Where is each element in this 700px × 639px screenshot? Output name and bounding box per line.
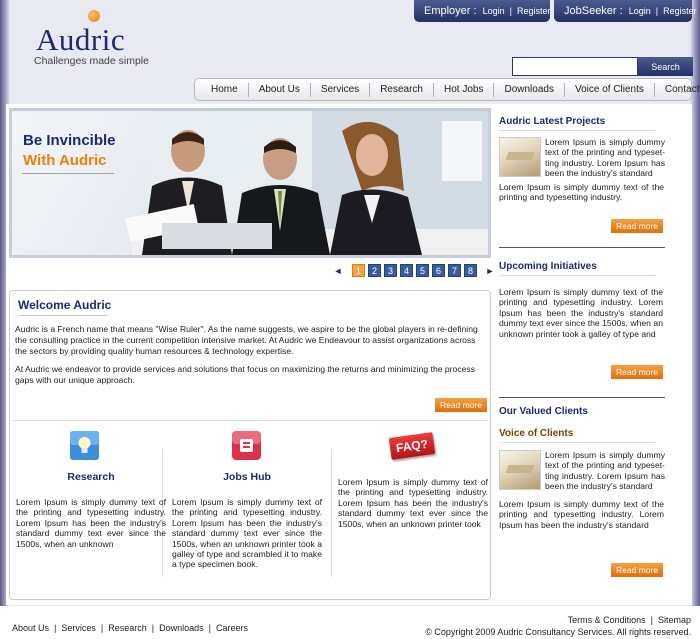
feature-faq-text: Lorem Ipsum is simply dummy text of the … — [338, 477, 488, 529]
logo-wordmark: Audric — [36, 22, 126, 57]
logo-dot-icon — [88, 10, 100, 22]
employer-account-box: Employer : Login | Register — [414, 0, 550, 22]
client-thumbnail[interactable] — [499, 450, 541, 490]
banner-heading-line1: Be Invincible — [23, 132, 116, 149]
voice-of-clients-text-1: Lorem Ipsum is simply dummy text of the … — [545, 450, 665, 492]
employer-register-link[interactable]: Register — [517, 6, 551, 16]
upcoming-read-more-button[interactable]: Read more — [611, 365, 663, 379]
footer-sitemap-link[interactable]: Sitemap — [658, 615, 691, 625]
voice-of-clients-title[interactable]: Voice of Clients — [499, 428, 573, 439]
projects-read-more-button[interactable]: Read more — [611, 219, 663, 233]
pager-page-2[interactable]: 2 — [368, 264, 381, 277]
employer-separator: | — [509, 6, 512, 16]
employer-login-link[interactable]: Login — [483, 6, 505, 16]
jobseeker-register-link[interactable]: Register — [663, 6, 697, 16]
nav-research[interactable]: Research — [370, 82, 434, 97]
feature-research: Research Lorem Ipsum is simply dummy tex… — [16, 431, 166, 549]
search-button[interactable]: Search — [638, 57, 693, 76]
footer-link-downloads[interactable]: Downloads — [159, 623, 204, 633]
search-input[interactable] — [512, 57, 638, 76]
welcome-title: Welcome Audric — [18, 298, 112, 312]
latest-projects-underline — [499, 130, 655, 131]
nav-services[interactable]: Services — [311, 82, 371, 97]
nav-voice-of-clients[interactable]: Voice of Clients — [565, 82, 655, 97]
feature-faq: FAQ? Lorem Ipsum is simply dummy text of… — [338, 431, 488, 529]
nav-home[interactable]: Home — [201, 82, 249, 97]
footer-links: About Us | Services | Research | Downloads | Car… — [12, 623, 248, 633]
pager-page-7[interactable]: 7 — [448, 264, 461, 277]
pager-page-3[interactable]: 3 — [384, 264, 397, 277]
banner-pager: ◄ 1 2 3 4 5 6 7 8 ► — [332, 264, 496, 277]
welcome-underline — [18, 315, 108, 316]
jobs-hub-icon[interactable] — [230, 430, 264, 462]
hero-banner: Be Invincible With Audric — [9, 108, 491, 258]
feature-column-divider — [331, 449, 332, 577]
project-thumbnail[interactable] — [499, 137, 541, 177]
pager-next-arrow-icon[interactable]: ► — [484, 265, 496, 277]
nav-about-us[interactable]: About Us — [249, 82, 311, 97]
latest-projects-text-1: Lorem Ipsum is simply dummy text of the … — [545, 137, 665, 179]
footer-legal-links: Terms & Conditions | Sitemap — [567, 615, 691, 625]
pager-prev-arrow-icon[interactable]: ◄ — [332, 265, 344, 277]
logo[interactable]: Audric Challenges made simple — [34, 10, 154, 70]
lightbulb-icon[interactable] — [68, 430, 102, 462]
upcoming-initiatives-title[interactable]: Upcoming Initiatives — [499, 261, 597, 272]
pager-page-5[interactable]: 5 — [416, 264, 429, 277]
jobseeker-login-link[interactable]: Login — [629, 6, 651, 16]
welcome-read-more-button[interactable]: Read more — [435, 398, 487, 412]
voice-read-more-button[interactable]: Read more — [611, 563, 663, 577]
pager-page-8[interactable]: 8 — [464, 264, 477, 277]
pager-page-6[interactable]: 6 — [432, 264, 445, 277]
welcome-section: Welcome Audric Audric is a French name t… — [9, 290, 491, 600]
footer-link-careers[interactable]: Careers — [216, 623, 248, 633]
footer-terms-link[interactable]: Terms & Conditions — [568, 615, 646, 625]
right-divider — [499, 397, 665, 398]
banner-heading-line2: With Audric — [23, 152, 107, 169]
upcoming-initiatives-underline — [499, 275, 655, 276]
feature-research-title[interactable]: Research — [16, 471, 166, 483]
jobseeker-separator: | — [655, 6, 659, 16]
logo-tagline: Challenges made simple — [34, 55, 149, 67]
banner-underline — [22, 173, 114, 174]
main-nav: Home About Us Services Research Hot Jobs… — [194, 78, 700, 101]
feature-jobs-hub: Jobs Hub Lorem Ipsum is simply dummy tex… — [172, 431, 322, 570]
upcoming-initiatives-text: Lorem Ipsum is simply dummy text of the … — [499, 287, 663, 339]
nav-hot-jobs[interactable]: Hot Jobs — [434, 82, 495, 97]
right-divider — [499, 247, 665, 248]
voice-of-clients-underline — [499, 442, 655, 443]
nav-downloads[interactable]: Downloads — [494, 82, 565, 97]
pager-page-1[interactable]: 1 — [352, 264, 365, 277]
footer-link-research[interactable]: Research — [108, 623, 147, 633]
page: Audric Challenges made simple Employer :… — [0, 0, 700, 639]
employer-label: Employer : — [424, 5, 477, 17]
voice-of-clients-text-2: Lorem Ipsum is simply dummy text of the … — [499, 499, 664, 530]
pager-page-4[interactable]: 4 — [400, 264, 413, 277]
footer-copyright: © Copyright 2009 Audric Consultancy Serv… — [425, 627, 691, 637]
nav-contact-us[interactable]: Contact Us — [655, 83, 700, 97]
feature-jobs-hub-title[interactable]: Jobs Hub — [172, 471, 322, 483]
feature-jobs-hub-text: Lorem Ipsum is simply dummy text of the … — [172, 497, 323, 570]
footer-link-about-us[interactable]: About Us — [12, 623, 49, 633]
features-divider — [13, 420, 487, 421]
jobseeker-account-box: JobSeeker : Login | Register — [554, 0, 697, 22]
faq-icon[interactable]: FAQ? — [388, 432, 436, 460]
feature-research-text: Lorem Ipsum is simply dummy text of the … — [16, 497, 166, 549]
footer-link-services[interactable]: Services — [61, 623, 96, 633]
latest-projects-text-2: Lorem Ipsum is simply dummy text of the … — [499, 182, 664, 203]
latest-projects-title[interactable]: Audric Latest Projects — [499, 116, 605, 127]
valued-clients-title[interactable]: Our Valued Clients — [499, 406, 588, 417]
welcome-paragraph-1: Audric is a French name that means "Wise… — [15, 324, 478, 356]
jobseeker-label: JobSeeker : — [564, 5, 623, 17]
welcome-paragraph-2: At Audric we endeavor to provide service… — [15, 364, 475, 385]
